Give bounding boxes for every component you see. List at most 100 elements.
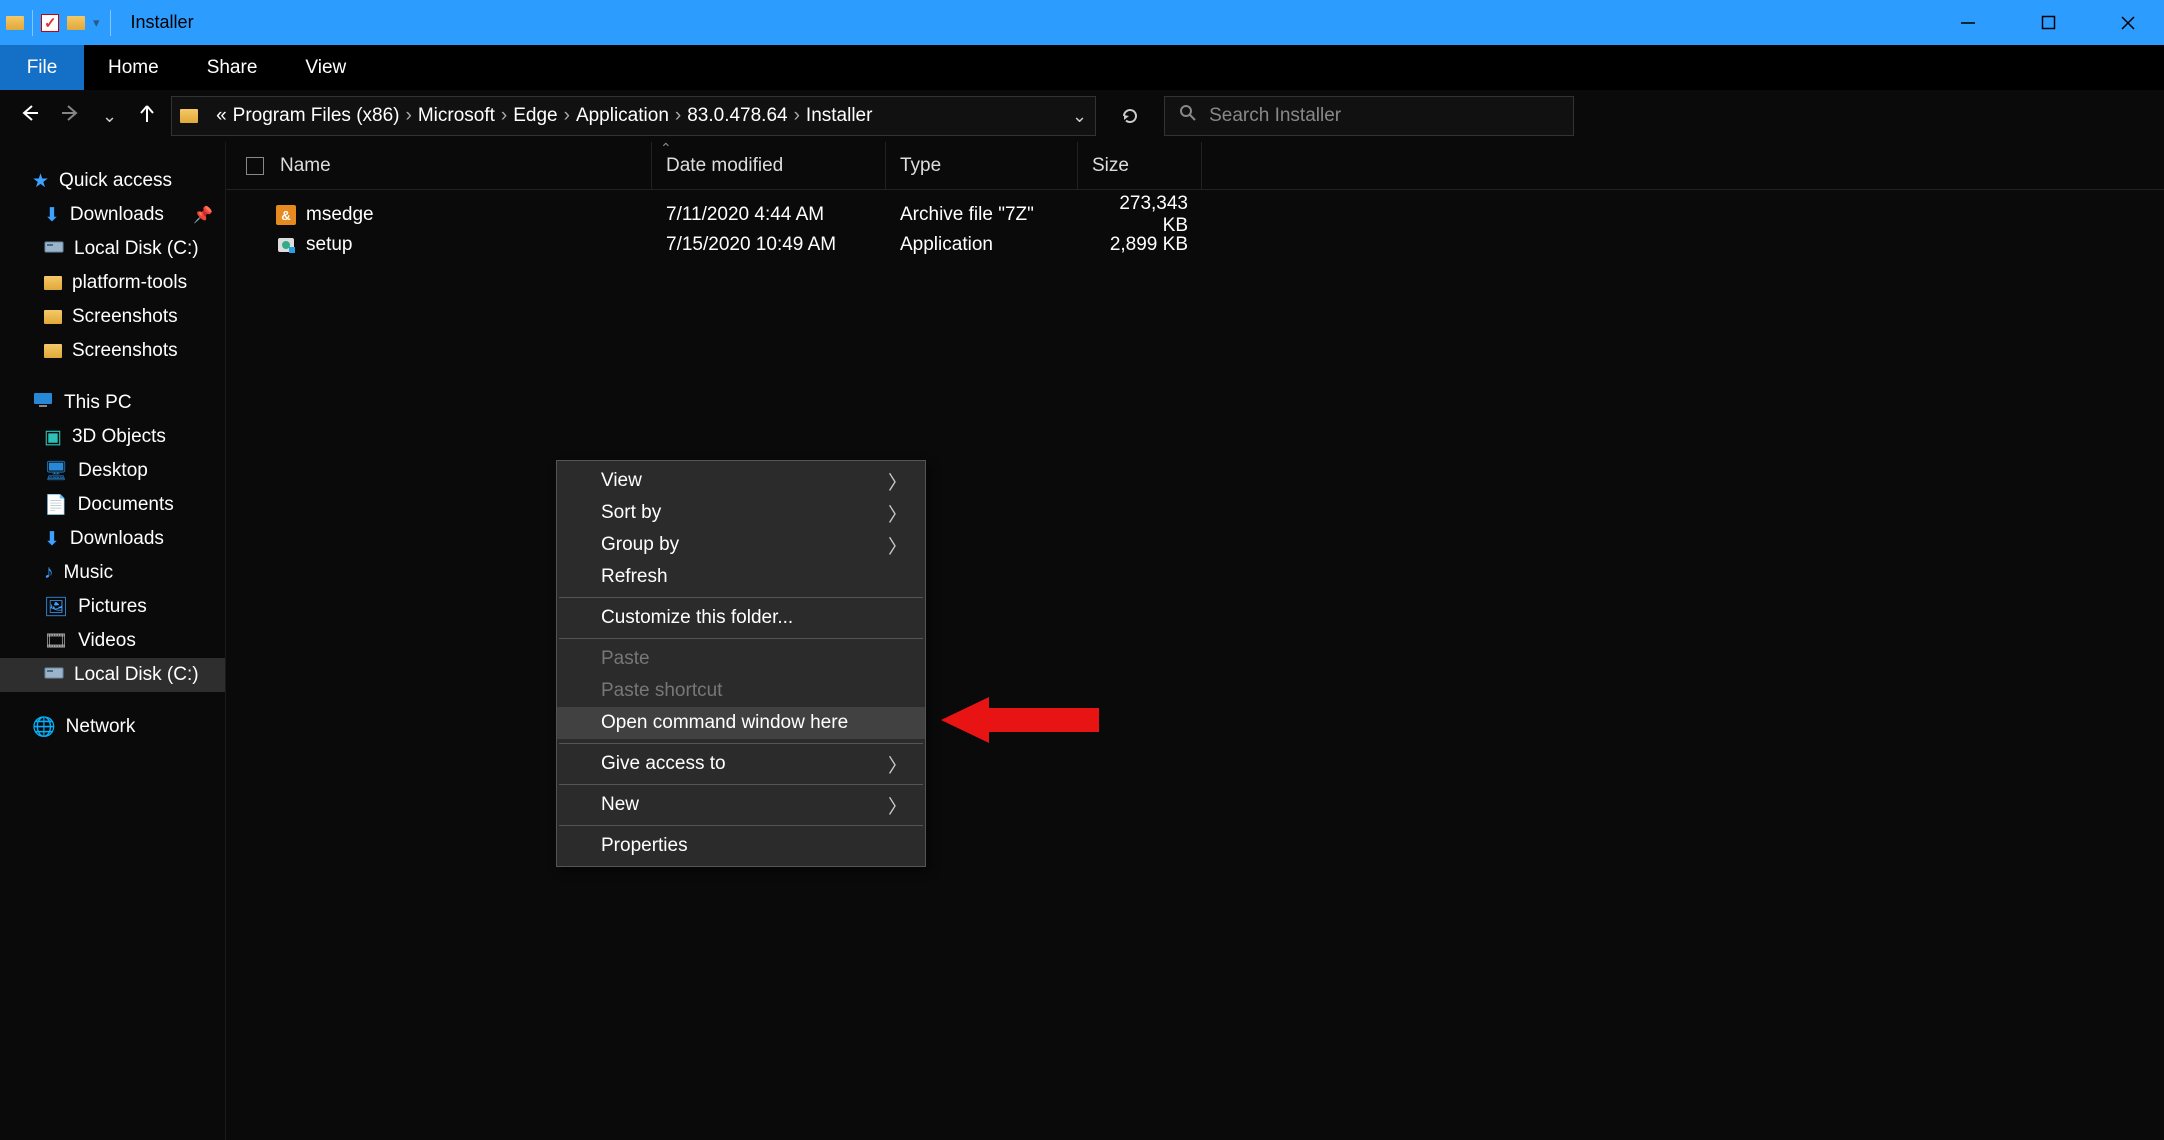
chevron-right-icon: 〉 (888, 468, 907, 495)
breadcrumb-seg[interactable]: Microsoft (418, 105, 495, 127)
nav-pane: ★ Quick access ⬇ Downloads 📌 Local Disk … (0, 142, 225, 1140)
folder-icon (180, 109, 198, 123)
chevron-right-icon: 〉 (888, 532, 907, 559)
context-menu-item[interactable]: View 〉 (557, 465, 925, 497)
ribbon-file[interactable]: File (0, 45, 84, 90)
close-button[interactable] (2108, 8, 2148, 38)
context-menu-item[interactable]: New〉 (557, 789, 925, 821)
sidebar-item-localdisk[interactable]: Local Disk (C:) (0, 658, 225, 692)
breadcrumb-seg[interactable]: 83.0.478.64 (687, 105, 787, 127)
file-type: Application (886, 234, 1078, 256)
context-menu-item[interactable]: Refresh (557, 561, 925, 593)
qat-dropdown-icon[interactable]: ▾ (93, 15, 100, 31)
context-menu-item[interactable]: Customize this folder... (557, 602, 925, 634)
nav-bar: ⌄ « Program Files (x86) › Microsoft › Ed… (0, 90, 2164, 142)
column-type[interactable]: Type (886, 142, 1078, 189)
file-size: 2,899 KB (1078, 234, 1202, 256)
sidebar-item-desktop[interactable]: 🖥 Desktop (0, 454, 225, 488)
disk-icon (44, 238, 64, 260)
file-name: setup (306, 234, 352, 256)
sidebar-label: Network (66, 716, 136, 738)
context-menu: View〉Sort by〉Group by〉RefreshCustomize t… (556, 460, 926, 867)
sidebar-item-3dobjects[interactable]: ▣ 3D Objects (0, 420, 225, 454)
column-label: Size (1092, 155, 1129, 177)
sidebar-item-platformtools[interactable]: platform-tools (0, 266, 225, 300)
context-menu-separator (559, 784, 923, 785)
sidebar-network[interactable]: 🌐 Network (0, 710, 225, 744)
context-menu-label: Customize this folder... (601, 607, 793, 629)
context-menu-label: Paste shortcut (601, 680, 722, 702)
sidebar-item-localdisk[interactable]: Local Disk (C:) (0, 232, 225, 266)
pin-icon: 📌 (193, 205, 213, 225)
sidebar-item-documents[interactable]: 📄 Documents (0, 488, 225, 522)
maximize-button[interactable] (2028, 8, 2068, 38)
ribbon-menu: File Home Share View (0, 45, 2164, 90)
file-date: 7/11/2020 4:44 AM (652, 204, 886, 226)
minimize-button[interactable] (1948, 8, 1988, 38)
disk-icon (44, 664, 64, 686)
context-menu-separator (559, 825, 923, 826)
search-box[interactable]: Search Installer (1164, 96, 1574, 136)
sidebar-label: Downloads (70, 528, 164, 550)
title-bar: ✓ ▾ Installer (0, 0, 2164, 45)
column-label: Date modified (666, 155, 783, 177)
chevron-right-icon: › (406, 105, 412, 127)
sidebar-item-music[interactable]: ♪ Music (0, 556, 225, 590)
column-size[interactable]: Size (1078, 142, 1202, 189)
chevron-right-icon: 〉 (888, 792, 907, 819)
column-date[interactable]: Date modified (652, 142, 886, 189)
breadcrumb-seg[interactable]: Edge (513, 105, 557, 127)
search-icon (1179, 104, 1197, 128)
file-row[interactable]: setup 7/15/2020 10:49 AM Application 2,8… (226, 230, 2164, 260)
ribbon-view[interactable]: View (281, 45, 370, 90)
context-menu-label: Properties (601, 835, 688, 857)
window-title: Installer (131, 12, 194, 33)
sidebar-item-downloads[interactable]: ⬇ Downloads 📌 (0, 198, 225, 232)
context-menu-item[interactable]: Sort by〉 (557, 497, 925, 529)
sidebar-label: Videos (78, 630, 136, 652)
breadcrumb[interactable]: « Program Files (x86) › Microsoft › Edge… (171, 96, 1096, 136)
context-menu-item[interactable]: Give access to〉 (557, 748, 925, 780)
context-menu-item: Paste shortcut (557, 675, 925, 707)
sidebar-label: Music (64, 562, 114, 584)
context-menu-item[interactable]: Properties (557, 830, 925, 862)
videos-icon: 🎞 (44, 629, 68, 653)
breadcrumb-dropdown[interactable]: ⌄ (1072, 106, 1087, 127)
column-name[interactable]: Name (226, 142, 652, 189)
chevron-right-icon: 〉 (888, 500, 907, 527)
recent-dropdown[interactable]: ⌄ (102, 106, 117, 127)
sidebar-quick-access[interactable]: ★ Quick access (0, 164, 225, 198)
breadcrumb-seg[interactable]: Program Files (x86) (233, 105, 400, 127)
up-button[interactable] (137, 103, 157, 129)
network-icon: 🌐 (32, 715, 56, 739)
context-menu-item[interactable]: Group by〉 (557, 529, 925, 561)
context-menu-label: View (601, 470, 642, 492)
breadcrumb-prefix[interactable]: « (216, 105, 227, 127)
context-menu-separator (559, 743, 923, 744)
breadcrumb-seg[interactable]: Application (576, 105, 669, 127)
properties-icon[interactable]: ✓ (41, 14, 59, 32)
select-all-checkbox[interactable] (246, 157, 264, 175)
folder-icon (44, 344, 62, 358)
context-menu-item[interactable]: Open command window here (557, 707, 925, 739)
refresh-button[interactable] (1110, 96, 1150, 136)
sidebar-item-downloads[interactable]: ⬇ Downloads (0, 522, 225, 556)
new-folder-icon[interactable] (67, 16, 85, 30)
ribbon-home[interactable]: Home (84, 45, 183, 90)
file-row[interactable]: & msedge 7/11/2020 4:44 AM Archive file … (226, 200, 2164, 230)
3d-icon: ▣ (44, 426, 62, 449)
sidebar-item-screenshots[interactable]: Screenshots (0, 300, 225, 334)
forward-button[interactable] (60, 102, 82, 130)
file-type: Archive file "7Z" (886, 204, 1078, 226)
sidebar-label: Downloads (70, 204, 164, 226)
docs-icon: 📄 (44, 493, 68, 517)
sidebar-item-screenshots[interactable]: Screenshots (0, 334, 225, 368)
breadcrumb-seg[interactable]: Installer (806, 105, 873, 127)
app-icon (276, 235, 296, 255)
back-button[interactable] (18, 102, 40, 130)
sidebar-this-pc[interactable]: This PC (0, 386, 225, 420)
sidebar-item-pictures[interactable]: 🖼 Pictures (0, 590, 225, 624)
column-label: Type (900, 155, 941, 177)
sidebar-item-videos[interactable]: 🎞 Videos (0, 624, 225, 658)
ribbon-share[interactable]: Share (183, 45, 282, 90)
